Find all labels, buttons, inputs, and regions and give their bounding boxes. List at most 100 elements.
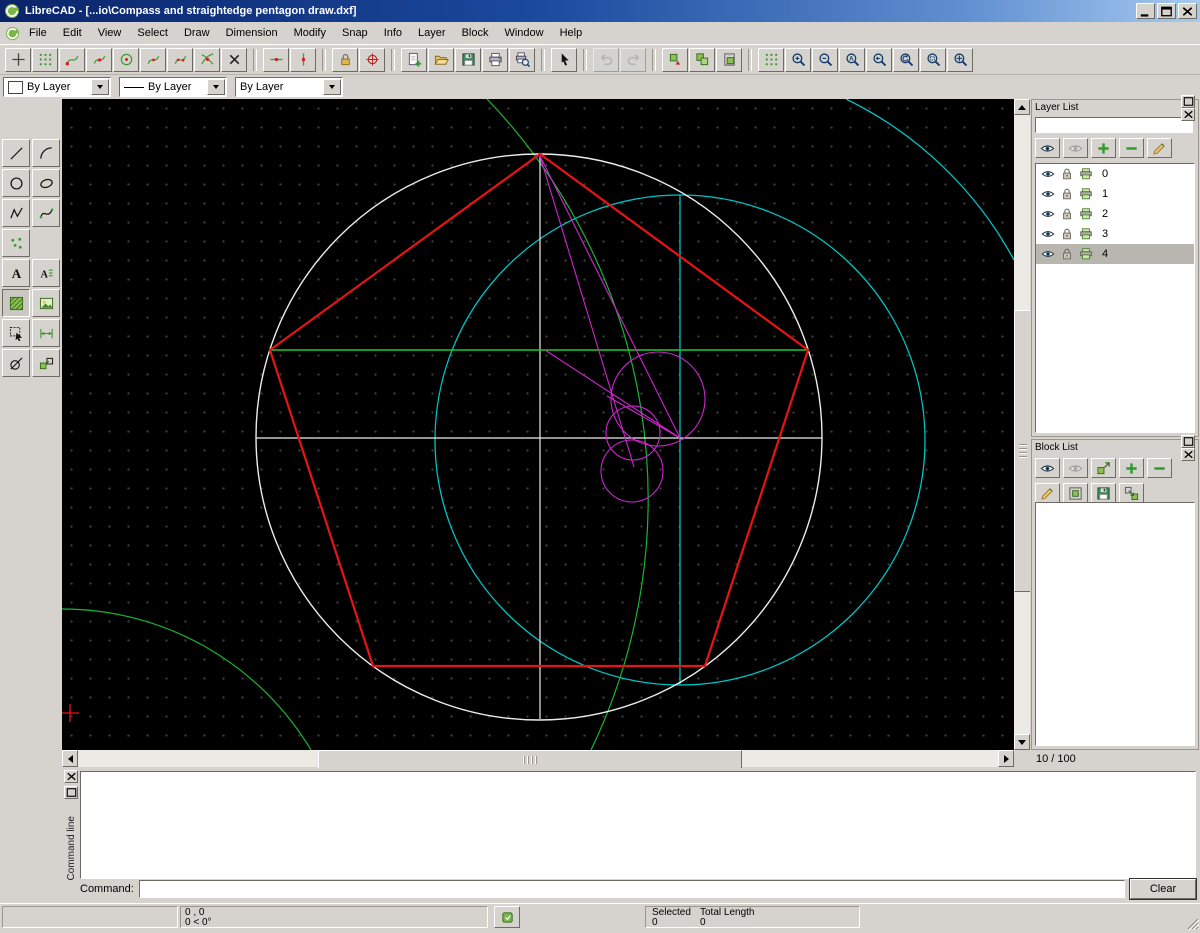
layer-lock-toggle[interactable] <box>1059 246 1075 262</box>
print-button[interactable] <box>482 48 508 72</box>
spline-tool[interactable] <box>32 199 60 227</box>
hide-all-blocks-button[interactable] <box>1063 458 1088 478</box>
combo-dropdown-icon[interactable] <box>207 79 225 95</box>
layer-lock-toggle[interactable] <box>1059 186 1075 202</box>
layer-print-toggle[interactable] <box>1078 186 1094 202</box>
layer-visibility-toggle[interactable] <box>1040 186 1056 202</box>
save-file-button[interactable] <box>455 48 481 72</box>
layer-lock-toggle[interactable] <box>1059 206 1075 222</box>
snap-center-button[interactable] <box>113 48 139 72</box>
snap-clear-button[interactable] <box>221 48 247 72</box>
snap-intersection-button[interactable] <box>194 48 220 72</box>
layer-visibility-toggle[interactable] <box>1040 166 1056 182</box>
menu-info[interactable]: Info <box>376 24 410 43</box>
menu-help[interactable]: Help <box>552 24 591 43</box>
layer-visibility-toggle[interactable] <box>1040 206 1056 222</box>
insert-block-button[interactable] <box>1119 483 1144 503</box>
show-all-layers-button[interactable] <box>1035 138 1060 158</box>
float-command-panel-button[interactable] <box>64 786 78 799</box>
create-block-button[interactable] <box>1091 458 1116 478</box>
zoom-auto-button[interactable]: A <box>839 48 865 72</box>
rename-block-button[interactable] <box>1035 483 1060 503</box>
maximize-button[interactable] <box>1157 3 1176 19</box>
menu-window[interactable]: Window <box>496 24 551 43</box>
snap-grid-button[interactable] <box>32 48 58 72</box>
hatch-tool[interactable] <box>2 289 30 317</box>
modify-layer-button[interactable] <box>1147 138 1172 158</box>
text-tool[interactable]: A <box>2 259 30 287</box>
combo-dropdown-icon[interactable] <box>323 79 341 95</box>
pen-linetype-combo[interactable]: By Layer <box>235 77 343 97</box>
snap-on-entity-button[interactable] <box>86 48 112 72</box>
menu-dimension[interactable]: Dimension <box>218 24 286 43</box>
zoom-previous-button[interactable] <box>866 48 892 72</box>
canvas-horizontal-scrollbar[interactable] <box>62 750 1014 767</box>
select-tool[interactable] <box>2 319 30 347</box>
ellipse-tool[interactable] <box>32 169 60 197</box>
mdi-window-icon[interactable] <box>3 25 21 41</box>
layer-row-1[interactable]: 1 <box>1036 184 1194 204</box>
close-button[interactable] <box>1178 3 1197 19</box>
status-green-button[interactable] <box>494 906 520 928</box>
clear-command-button[interactable]: Clear <box>1130 879 1196 899</box>
layer-print-toggle[interactable] <box>1078 166 1094 182</box>
remove-layer-button[interactable] <box>1119 138 1144 158</box>
scroll-up-button[interactable] <box>1014 99 1030 115</box>
zoom-pan-button[interactable] <box>947 48 973 72</box>
show-all-blocks-button[interactable] <box>1035 458 1060 478</box>
save-block-button[interactable] <box>1091 483 1116 503</box>
dimension-tool[interactable] <box>32 319 60 347</box>
selection-pointer-button[interactable] <box>551 48 577 72</box>
polyline-tool[interactable] <box>2 199 30 227</box>
restrict-vertical-button[interactable] <box>290 48 316 72</box>
close-command-panel-button[interactable] <box>64 770 78 783</box>
snap-middle-button[interactable] <box>140 48 166 72</box>
mtext-tool[interactable]: A <box>32 259 60 287</box>
add-block-button[interactable] <box>1119 458 1144 478</box>
minimize-button[interactable] <box>1136 3 1155 19</box>
cut-button[interactable] <box>662 48 688 72</box>
menu-block[interactable]: Block <box>454 24 497 43</box>
combo-dropdown-icon[interactable] <box>91 79 109 95</box>
add-layer-button[interactable] <box>1091 138 1116 158</box>
restrict-horizontal-button[interactable] <box>263 48 289 72</box>
edit-block-button[interactable] <box>1063 483 1088 503</box>
redo-button[interactable] <box>620 48 646 72</box>
snap-distance-button[interactable] <box>167 48 193 72</box>
layer-row-3[interactable]: 3 <box>1036 224 1194 244</box>
scroll-right-button[interactable] <box>998 750 1014 767</box>
point-tool[interactable] <box>2 229 30 257</box>
close-layer-panel-button[interactable] <box>1181 108 1195 121</box>
horizontal-scroll-thumb[interactable] <box>318 750 742 769</box>
menu-edit[interactable]: Edit <box>55 24 90 43</box>
remove-block-button[interactable] <box>1147 458 1172 478</box>
image-tool[interactable] <box>32 289 60 317</box>
layer-filter-input[interactable] <box>1035 117 1193 133</box>
zoom-out-button[interactable] <box>812 48 838 72</box>
menu-snap[interactable]: Snap <box>334 24 376 43</box>
layer-row-2[interactable]: 2 <box>1036 204 1194 224</box>
menu-file[interactable]: File <box>21 24 55 43</box>
drawing-canvas[interactable] <box>62 99 1014 750</box>
canvas-vertical-scrollbar[interactable] <box>1014 99 1030 750</box>
menu-draw[interactable]: Draw <box>176 24 218 43</box>
command-history[interactable] <box>80 771 1196 879</box>
menu-modify[interactable]: Modify <box>286 24 334 43</box>
arc-tool[interactable] <box>32 139 60 167</box>
scroll-down-button[interactable] <box>1014 734 1030 750</box>
print-preview-button[interactable] <box>509 48 535 72</box>
layer-row-0[interactable]: 0 <box>1036 164 1194 184</box>
window-resize-grip[interactable] <box>1185 916 1199 930</box>
menu-select[interactable]: Select <box>129 24 176 43</box>
zoom-window-button[interactable] <box>920 48 946 72</box>
open-file-button[interactable] <box>428 48 454 72</box>
layer-print-toggle[interactable] <box>1078 206 1094 222</box>
set-relative-zero-button[interactable] <box>359 48 385 72</box>
modify-tool[interactable] <box>2 349 30 377</box>
paste-button[interactable] <box>716 48 742 72</box>
circle-tool[interactable] <box>2 169 30 197</box>
layer-lock-toggle[interactable] <box>1059 166 1075 182</box>
zoom-in-button[interactable] <box>785 48 811 72</box>
layer-print-toggle[interactable] <box>1078 246 1094 262</box>
layer-print-toggle[interactable] <box>1078 226 1094 242</box>
